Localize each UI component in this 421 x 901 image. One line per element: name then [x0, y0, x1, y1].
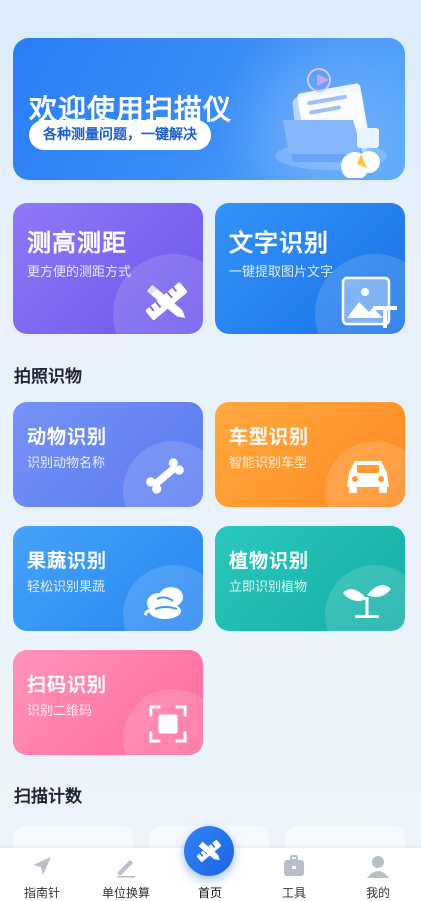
recognize-subtitle: 智能识别车型	[229, 456, 308, 471]
vegetable-icon	[143, 587, 183, 619]
tab-label: 首页	[197, 886, 222, 900]
tab-label: 单位换算	[101, 886, 150, 900]
feature-title: 测高测距	[27, 229, 127, 257]
feature-card-height-distance[interactable]: 测高测距 更方便的测距方式	[13, 203, 203, 334]
recognize-card-plant[interactable]: 植物识别 立即识别植物	[215, 526, 405, 631]
recognize-title: 扫码识别	[27, 674, 108, 696]
bone-icon	[146, 458, 184, 494]
scan-frame-icon	[149, 705, 187, 743]
recognize-subtitle: 立即识别植物	[229, 580, 308, 595]
sprout-icon	[343, 585, 391, 618]
recognize-card-car[interactable]: 车型识别 智能识别车型	[215, 402, 405, 507]
image-text-icon	[341, 276, 397, 328]
tab-unit-conversion[interactable]: 单位换算	[84, 848, 168, 901]
recognize-title: 动物识别	[27, 426, 108, 448]
recognize-card-animal[interactable]: 动物识别 识别动物名称	[13, 402, 203, 507]
recognize-title: 植物识别	[229, 550, 310, 572]
tab-profile[interactable]: 我的	[336, 848, 420, 901]
home-center-button[interactable]	[184, 826, 234, 876]
feature-card-text-recognition[interactable]: 文字识别 一键提取图片文字	[215, 203, 405, 334]
recognize-title: 果蔬识别	[27, 550, 108, 572]
pen-icon	[117, 860, 135, 878]
feature-subtitle: 一键提取图片文字	[229, 265, 334, 280]
recognize-card-qrcode[interactable]: 扫码识别 识别二维码	[13, 650, 203, 755]
tab-tools[interactable]: 工具	[252, 848, 336, 901]
toolbox-icon	[284, 855, 304, 876]
feature-title: 文字识别	[229, 229, 329, 257]
recognize-card-vegetable[interactable]: 果蔬识别 轻松识别果蔬	[13, 526, 203, 631]
tab-label: 指南针	[23, 886, 60, 900]
ruler-pencil-icon	[145, 282, 187, 320]
section-title-count: 扫描计数	[14, 787, 82, 807]
tab-compass[interactable]: 指南针	[0, 848, 84, 901]
section-title-photo: 拍照识物	[14, 367, 82, 387]
welcome-banner[interactable]: 欢迎使用扫描仪 各种测量问题，一键解决	[13, 38, 405, 180]
banner-subtitle: 各种测量问题，一键解决	[29, 120, 211, 150]
recognize-subtitle: 识别动物名称	[27, 456, 106, 471]
folder-illustration-icon	[275, 68, 387, 178]
home-ruler-icon	[196, 839, 222, 863]
car-icon	[347, 461, 389, 493]
recognize-subtitle: 轻松识别果蔬	[27, 580, 106, 595]
feature-subtitle: 更方便的测距方式	[27, 265, 132, 280]
recognize-subtitle: 识别二维码	[27, 704, 93, 719]
tab-label: 工具	[281, 886, 306, 900]
recognize-title: 车型识别	[229, 426, 310, 448]
tab-label: 我的	[365, 886, 390, 900]
compass-icon	[33, 857, 51, 875]
user-icon	[367, 856, 389, 878]
